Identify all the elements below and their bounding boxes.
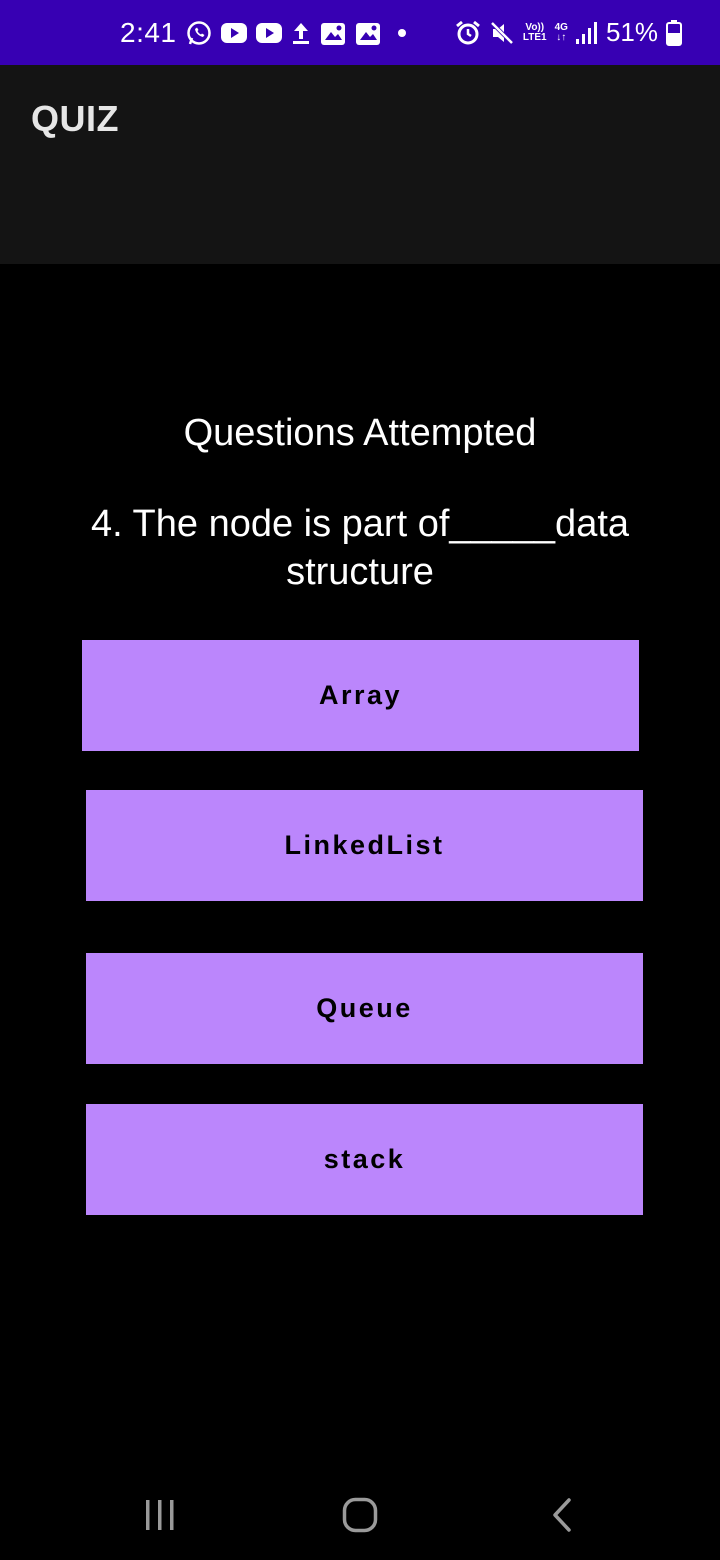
status-bar-left: 2:41 [120, 0, 406, 65]
mute-icon [489, 20, 515, 46]
option-button-queue[interactable]: Queue [86, 953, 643, 1064]
network-label: Vo)) LTE1 [522, 21, 547, 43]
back-icon[interactable] [532, 1490, 592, 1540]
option-button-stack[interactable]: stack [86, 1104, 643, 1215]
home-icon[interactable] [330, 1490, 390, 1540]
network-volte-text: Vo)) [525, 21, 545, 33]
status-time: 2:41 [120, 16, 177, 48]
data-arrows-icon: ↓↑ [556, 31, 567, 43]
signal-icon [575, 21, 598, 44]
recent-apps-icon[interactable] [130, 1490, 190, 1540]
question-text: 4. The node is part of_____data structur… [90, 503, 630, 593]
questions-attempted-label: Questions Attempted [183, 412, 537, 454]
battery-percent: 51% [605, 17, 658, 47]
dot-icon [397, 28, 406, 37]
youtube-icon [220, 22, 247, 43]
option-button-array[interactable]: Array [82, 640, 639, 751]
status-bar-right: Vo)) LTE1 4G ↓↑ 51% [455, 0, 682, 65]
photo-icon [355, 20, 381, 46]
alarm-icon [455, 20, 481, 46]
app-title: QUIZ [31, 98, 119, 139]
option-button-linkedlist[interactable]: LinkedList [86, 790, 643, 901]
network-type: 4G ↓↑ [554, 21, 568, 43]
navigation-bar [0, 1470, 720, 1560]
network-type-text: 4G [554, 21, 568, 33]
upload-icon [291, 21, 311, 45]
quiz-screen: 2:41 Vo)) LTE1 4G ↓↑ 51% QUIZ Questions … [0, 0, 720, 1560]
battery-icon [666, 19, 682, 46]
photo-icon [320, 20, 346, 46]
status-bar: 2:41 Vo)) LTE1 4G ↓↑ 51% [0, 0, 720, 65]
whatsapp-icon [186, 20, 212, 46]
network-lte-text: LTE1 [522, 31, 547, 43]
youtube-icon [255, 22, 282, 43]
app-bar: QUIZ [0, 65, 720, 264]
